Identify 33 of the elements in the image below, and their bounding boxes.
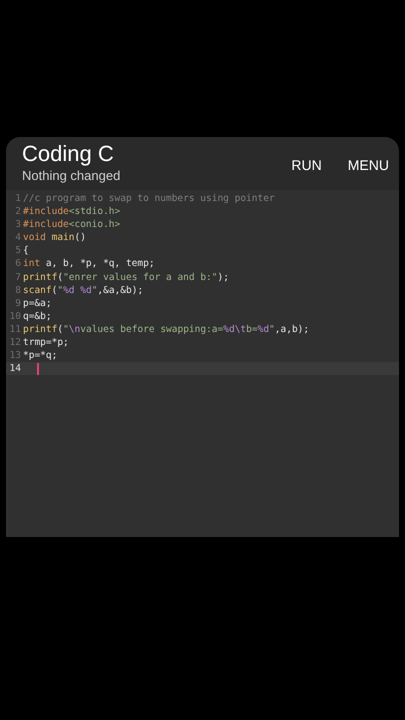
app-title: Coding C xyxy=(22,141,115,167)
code-editor[interactable] xyxy=(6,190,399,537)
action-button[interactable]: MENU xyxy=(342,153,395,178)
code-line: //c program to swap to numbers using pointer xyxy=(22,192,275,206)
code-line: p=&a; xyxy=(22,296,52,310)
line-number: 3 xyxy=(14,218,22,232)
line-number: 13 xyxy=(8,349,22,362)
line-number: 9 xyxy=(14,296,22,310)
code-line: #include<conio.h> xyxy=(22,218,120,232)
action-button[interactable]: RUN xyxy=(285,153,328,178)
line-number: 14 xyxy=(8,362,22,376)
code-line: q=&b; xyxy=(22,310,52,323)
line-number: 11 xyxy=(8,322,22,336)
code-line: #include<stdio.h> xyxy=(22,205,120,218)
line-number: 1 xyxy=(14,192,22,206)
line-number: 6 xyxy=(14,257,22,271)
line-number: 12 xyxy=(8,336,22,350)
code-line: printf("\nvalues before swapping:a=%d\tb=%d",a,b); xyxy=(22,322,310,336)
code-line: int a, b, *p, *q, temp; xyxy=(22,257,155,271)
code-line: *p=*q; xyxy=(22,349,58,362)
line-number: 2 xyxy=(14,205,22,218)
code-line: printf("enrer values for a and b:"); xyxy=(22,270,229,284)
line-number: 4 xyxy=(14,231,22,244)
line-number: 8 xyxy=(14,284,22,297)
line-number: 5 xyxy=(14,244,22,258)
code-line: void main() xyxy=(22,231,86,244)
code-line: { xyxy=(22,244,29,258)
code-line: scanf("%d %d",&a,&b); xyxy=(22,284,144,297)
code-line: trmp=*p; xyxy=(22,336,69,350)
text-cursor xyxy=(37,362,39,375)
line-number: 7 xyxy=(14,270,22,284)
line-number: 10 xyxy=(8,310,22,323)
app-subtitle: Nothing changed xyxy=(22,167,120,185)
